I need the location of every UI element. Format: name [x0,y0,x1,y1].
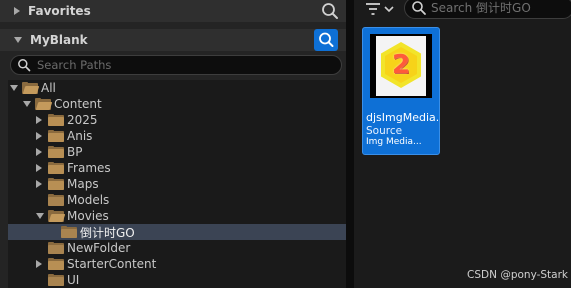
tree-row-label: NewFolder [67,241,131,255]
asset-class: Img Media... [366,137,422,147]
search-paths-field[interactable] [10,55,342,75]
tree-row-label: 2025 [67,113,98,127]
expand-arrow-icon[interactable] [36,116,42,124]
collapse-arrow-icon[interactable] [10,85,18,91]
tree-row[interactable]: All [8,80,346,96]
asset-thumbnail: 2 [370,34,432,98]
tree-row-label: Movies [67,209,109,223]
search-icon [319,32,334,47]
folder-icon [48,130,64,142]
folder-icon [48,146,64,158]
expand-arrow-icon[interactable] [36,260,42,268]
folder-icon [48,162,64,174]
search-icon [322,3,338,19]
asset-name: djsImgMedia... [366,111,438,124]
asset-search-input[interactable] [431,1,571,15]
tree-row[interactable]: Anis [8,128,346,144]
tree-row[interactable]: 倒计时GO [8,224,346,240]
folder-open-icon [35,98,53,110]
tree-row-label: UI [67,273,80,287]
search-paths-input[interactable] [37,58,327,72]
folder-icon [48,114,64,126]
search-icon [18,59,31,72]
folder-icon [48,274,64,286]
expand-arrow-icon[interactable] [36,164,42,172]
folder-icon [48,178,64,190]
folder-open-icon [22,82,40,94]
tree-row-label: Anis [67,129,93,143]
asset-search-field[interactable] [404,0,571,19]
tree-row-label: Models [67,193,110,207]
watermark-text: CSDN @pony-Stark [467,269,568,281]
tree-row[interactable]: Frames [8,160,346,176]
collapse-arrow-icon[interactable] [23,101,31,107]
tree-row-label: StarterContent [67,257,157,271]
tree-row[interactable]: UI [8,272,346,288]
folder-icon [48,258,64,270]
collapse-arrow-icon[interactable] [36,213,44,219]
thumbnail-digit: 2 [391,50,411,80]
asset-type: Source [366,125,403,137]
tree-row[interactable]: Models [8,192,346,208]
asset-tile[interactable]: 2 djsImgMedia... Source Img Media... [362,27,440,155]
myblank-header[interactable]: MyBlank [0,29,346,51]
asset-view-panel: 2 djsImgMedia... Source Img Media... CSD… [354,0,571,288]
folder-tree[interactable]: All Content 2025 Anis BP Frames Maps Models Movi… [8,80,346,288]
tree-row[interactable]: 2025 [8,112,346,128]
tree-row[interactable]: BP [8,144,346,160]
tree-row-label: 倒计时GO [80,225,135,240]
tree-row[interactable]: Content [8,96,346,112]
folder-icon [48,194,64,206]
tree-row[interactable]: Movies [8,208,346,224]
tree-row-label: Maps [67,177,99,191]
folder-icon [48,242,64,254]
folder-icon [61,226,77,238]
expand-arrow-icon[interactable] [36,132,42,140]
tree-row-label: BP [67,145,83,159]
tree-row-label: All [41,81,56,95]
collapse-arrow-icon[interactable] [14,37,22,43]
filter-icon [366,3,394,15]
expand-arrow-icon[interactable] [36,180,42,188]
favorites-header[interactable]: Favorites [0,0,346,22]
favorites-title: Favorites [28,4,91,18]
expand-arrow-icon[interactable] [14,7,20,15]
panel-splitter[interactable] [346,0,354,288]
thumbnail-image: 2 [376,36,426,96]
tree-row[interactable]: Maps [8,176,346,192]
sources-panel: Favorites MyBlank All Content 2025 Anis BP Fr… [0,0,346,288]
filter-button[interactable] [362,0,398,20]
tree-row[interactable]: StarterContent [8,256,346,272]
tree-row-label: Content [54,97,102,111]
tree-row[interactable]: NewFolder [8,240,346,256]
search-icon [412,1,426,15]
folder-open-icon [48,210,66,222]
myblank-title: MyBlank [30,33,88,47]
tree-row-label: Frames [67,161,111,175]
favorites-search-button[interactable] [320,1,340,21]
expand-arrow-icon[interactable] [36,148,42,156]
myblank-search-button[interactable] [314,29,338,51]
